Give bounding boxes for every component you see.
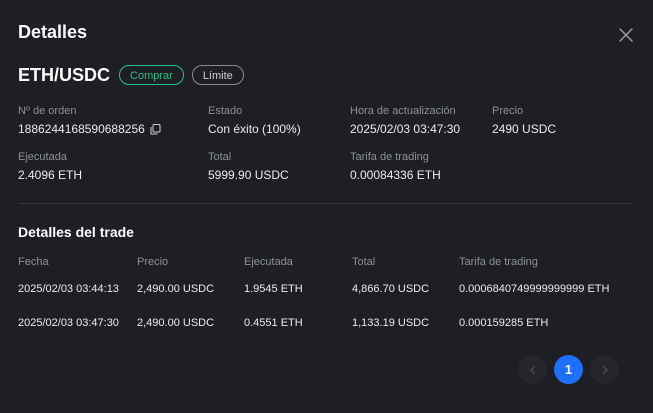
cell-executed: 0.4551 ETH xyxy=(244,317,303,329)
status-label: Estado xyxy=(208,105,243,117)
col-header-price: Precio xyxy=(137,256,169,268)
chevron-left-icon xyxy=(529,365,535,374)
update-time-value: 2025/02/03 03:47:30 xyxy=(350,122,461,136)
page-button-current[interactable]: 1 xyxy=(554,355,583,384)
divider xyxy=(18,203,632,204)
cell-total: 4,866.70 USDC xyxy=(352,283,430,295)
cell-executed: 1.9545 ETH xyxy=(244,283,303,295)
col-header-executed: Ejecutada xyxy=(244,256,293,268)
status-field: Estado Con éxito (100%) xyxy=(208,105,301,136)
price-label: Precio xyxy=(492,105,524,117)
executed-label: Ejecutada xyxy=(18,151,67,163)
fee-label: Tarifa de trading xyxy=(350,151,429,163)
prev-page-button[interactable] xyxy=(518,355,547,384)
trade-details-title: Detalles del trade xyxy=(18,224,134,240)
total-field: Total 5999.90 USDC xyxy=(208,151,289,182)
close-icon[interactable] xyxy=(616,25,636,45)
order-type-badge: Límite xyxy=(191,65,244,85)
copy-icon[interactable] xyxy=(150,123,161,135)
status-value: Con éxito (100%) xyxy=(208,122,301,136)
cell-fee: 0.0006840749999999999 ETH xyxy=(459,283,610,295)
modal-title: Detalles xyxy=(18,22,88,42)
side-badge: Comprar xyxy=(119,65,184,85)
col-header-date: Fecha xyxy=(18,256,49,268)
chevron-right-icon xyxy=(602,365,608,374)
col-header-total: Total xyxy=(352,256,376,268)
col-header-fee: Tarifa de trading xyxy=(459,256,538,268)
cell-price: 2,490.00 USDC xyxy=(137,283,215,295)
cell-fee: 0.000159285 ETH xyxy=(459,317,549,329)
order-header: ETH/USDC Comprar Límite xyxy=(18,63,252,87)
update-time-label: Hora de actualización xyxy=(350,105,456,117)
order-number-label: Nº de orden xyxy=(18,105,77,117)
trading-pair: ETH/USDC xyxy=(18,64,111,85)
cell-date: 2025/02/03 03:44:13 xyxy=(18,283,119,295)
price-value: 2490 USDC xyxy=(492,122,557,136)
fee-value: 0.00084336 ETH xyxy=(350,168,441,182)
executed-value: 2.4096 ETH xyxy=(18,168,83,182)
details-modal: Detalles ETH/USDC Comprar Límite Nº de o… xyxy=(0,0,653,413)
price-field: Precio 2490 USDC xyxy=(492,105,556,136)
order-number-value: 1886244168590688256 xyxy=(18,122,145,136)
order-number-field: Nº de orden 1886244168590688256 xyxy=(18,105,161,136)
executed-field: Ejecutada 2.4096 ETH xyxy=(18,151,82,182)
total-label: Total xyxy=(208,151,232,163)
cell-total: 1,133.19 USDC xyxy=(352,317,430,329)
fee-field: Tarifa de trading 0.00084336 ETH xyxy=(350,151,441,182)
cell-date: 2025/02/03 03:47:30 xyxy=(18,317,119,329)
next-page-button[interactable] xyxy=(590,355,619,384)
total-value: 5999.90 USDC xyxy=(208,168,289,182)
update-time-field: Hora de actualización 2025/02/03 03:47:3… xyxy=(350,105,460,136)
cell-price: 2,490.00 USDC xyxy=(137,317,215,329)
